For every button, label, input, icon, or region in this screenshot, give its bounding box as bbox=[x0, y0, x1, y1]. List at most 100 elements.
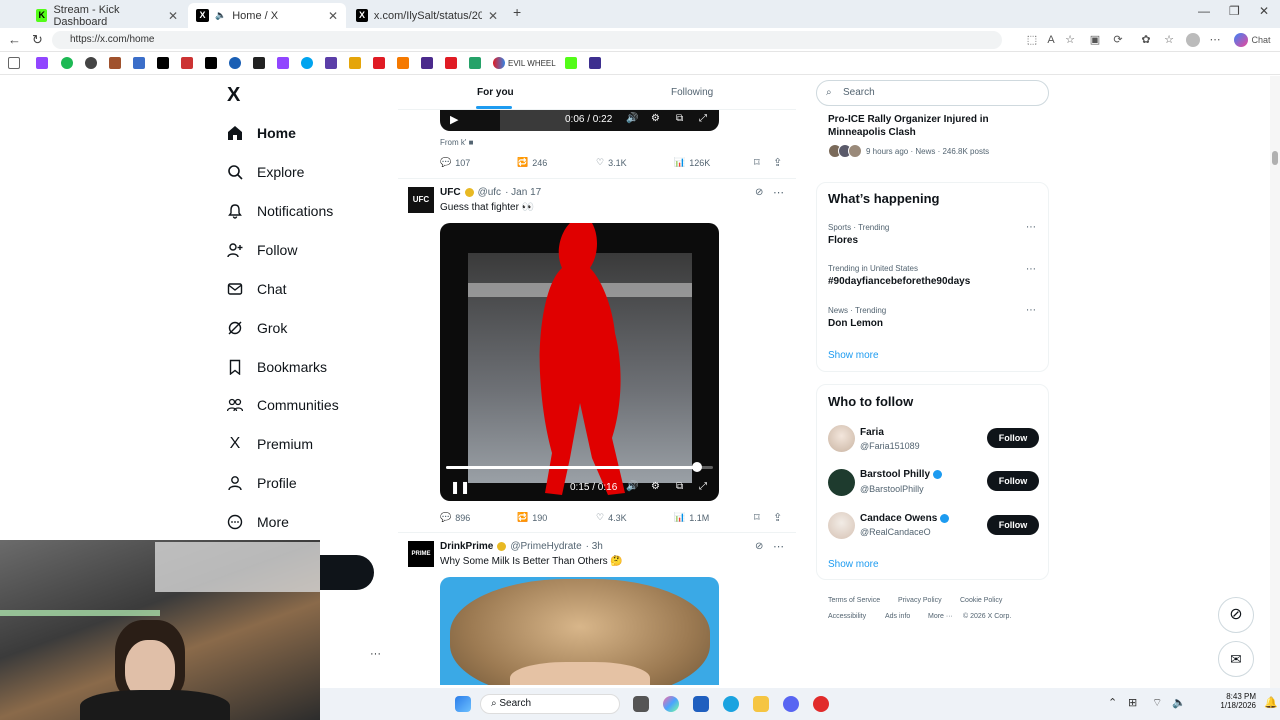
close-icon[interactable]: ✕ bbox=[488, 9, 498, 23]
more-dots-icon[interactable]: ⋯ bbox=[1026, 222, 1036, 233]
close-icon[interactable]: ✕ bbox=[328, 9, 338, 23]
url-field[interactable]: https://x.com/home bbox=[52, 31, 1002, 49]
grok-icon[interactable]: ⊘ bbox=[755, 541, 763, 552]
sync-icon[interactable]: ⟳ bbox=[1111, 33, 1125, 47]
favorite-star-icon[interactable]: ☆ bbox=[1063, 33, 1077, 47]
bookmark-icon[interactable] bbox=[325, 57, 337, 69]
show-more-link[interactable]: Show more bbox=[828, 559, 879, 570]
suggest-handle[interactable]: @RealCandaceO bbox=[860, 527, 931, 537]
repost-action[interactable]: 🔁 190 bbox=[517, 512, 547, 523]
suggest-name[interactable]: Candace Owens bbox=[860, 513, 937, 524]
menu-dots-icon[interactable]: ⋯ bbox=[1208, 33, 1222, 47]
share-icon[interactable]: ⇪ bbox=[773, 511, 782, 524]
bookmark-mail-icon[interactable] bbox=[181, 57, 193, 69]
more-dots-icon[interactable]: ⋯ bbox=[773, 186, 784, 199]
page-scrollbar[interactable] bbox=[1270, 76, 1280, 688]
reply-action[interactable]: 💬 107 bbox=[440, 157, 470, 168]
footer-link[interactable]: Terms of Service bbox=[828, 597, 880, 604]
bookmark-youtube-icon[interactable] bbox=[373, 57, 385, 69]
edge-icon[interactable] bbox=[723, 696, 739, 712]
volume-icon[interactable]: 🔈 bbox=[1172, 696, 1186, 709]
nav-profile[interactable]: Profile bbox=[227, 475, 297, 491]
profile-avatar-icon[interactable] bbox=[1186, 33, 1200, 47]
bookmark-icon[interactable] bbox=[397, 57, 409, 69]
like-action[interactable]: ♡ 4.3K bbox=[596, 512, 627, 523]
nav-notifications[interactable]: Notifications bbox=[227, 203, 333, 219]
store-icon[interactable] bbox=[693, 696, 709, 712]
bookmark-wheel-icon[interactable] bbox=[493, 57, 505, 69]
tweet-author[interactable]: DrinkPrime bbox=[440, 541, 493, 552]
tweet-handle[interactable]: @PrimeHydrate bbox=[510, 541, 581, 552]
bookmark-icon[interactable]: ⌑ bbox=[754, 511, 760, 524]
search-input[interactable]: ⌕ Search bbox=[816, 80, 1049, 106]
nav-home[interactable]: Home bbox=[227, 125, 296, 141]
tab-kick[interactable]: K Stream - Kick Dashboard ✕ bbox=[28, 3, 186, 28]
nav-explore[interactable]: Explore bbox=[227, 164, 304, 180]
avatar[interactable] bbox=[828, 512, 855, 539]
tray-icon[interactable]: ⊞ bbox=[1128, 696, 1137, 709]
chat-label[interactable]: Chat bbox=[1250, 33, 1272, 47]
tab-following[interactable]: Following bbox=[671, 87, 713, 98]
tweet-date[interactable]: · 3h bbox=[586, 541, 603, 552]
tweet-date[interactable]: · Jan 17 bbox=[505, 187, 541, 198]
views-action[interactable]: 📊 126K bbox=[674, 157, 710, 168]
prime-media[interactable] bbox=[440, 577, 719, 685]
tab-for-you[interactable]: For you bbox=[477, 87, 514, 98]
bookmark-icon[interactable] bbox=[349, 57, 361, 69]
suggest-handle[interactable]: @BarstoolPhilly bbox=[860, 484, 924, 494]
trend-item[interactable]: News · Trending Don Lemon bbox=[828, 306, 886, 329]
follow-button[interactable]: Follow bbox=[987, 471, 1039, 491]
tweet-author[interactable]: UFC bbox=[440, 187, 461, 198]
bookmark-icon[interactable] bbox=[469, 57, 481, 69]
like-action[interactable]: ♡ 3.1K bbox=[596, 157, 627, 168]
tweet-handle[interactable]: @ufc bbox=[478, 187, 502, 198]
bookmark-folder-icon[interactable] bbox=[8, 57, 20, 69]
wifi-icon[interactable]: ⌔ bbox=[1152, 696, 1162, 710]
suggest-name[interactable]: Faria bbox=[860, 427, 884, 438]
avatar-ufc[interactable]: UFC bbox=[408, 187, 434, 213]
nav-follow[interactable]: Follow bbox=[227, 242, 297, 258]
read-aloud-icon[interactable]: A bbox=[1044, 33, 1058, 47]
bookmark-twitch-icon[interactable] bbox=[277, 57, 289, 69]
fullscreen-icon[interactable]: ⤢ bbox=[699, 113, 707, 124]
minimize-icon[interactable]: — bbox=[1198, 4, 1210, 18]
bookmark-evil-wheel[interactable]: EVIL WHEEL bbox=[508, 59, 556, 68]
bookmark-icon[interactable]: ⌑ bbox=[754, 156, 760, 169]
split-screen-icon[interactable]: ▣ bbox=[1088, 33, 1102, 47]
footer-link[interactable]: More ··· bbox=[928, 613, 953, 620]
account-more-icon[interactable]: ··· bbox=[370, 648, 381, 660]
messages-float-button[interactable]: ✉ bbox=[1218, 641, 1254, 677]
suggest-name[interactable]: Barstool Philly bbox=[860, 469, 930, 480]
bookmark-icon[interactable] bbox=[421, 57, 433, 69]
settings-gear-icon[interactable]: ⚙ bbox=[651, 113, 660, 124]
extensions-puzzle-icon[interactable]: ✿ bbox=[1139, 33, 1153, 47]
follow-button[interactable]: Follow bbox=[987, 515, 1039, 535]
scrollbar-thumb[interactable] bbox=[1272, 151, 1278, 165]
pause-icon[interactable]: ❚❚ bbox=[450, 480, 470, 494]
play-icon[interactable]: ▶ bbox=[450, 113, 458, 126]
reply-action[interactable]: 💬 896 bbox=[440, 512, 470, 523]
nav-bookmarks[interactable]: Bookmarks bbox=[227, 359, 327, 375]
more-dots-icon[interactable]: ⋯ bbox=[773, 540, 784, 553]
taskbar-search[interactable]: ⌕ Search bbox=[480, 694, 620, 714]
copilot-icon[interactable] bbox=[1234, 33, 1248, 47]
avatar[interactable] bbox=[828, 425, 855, 452]
bookmark-icon[interactable] bbox=[253, 57, 265, 69]
bookmark-icon[interactable] bbox=[109, 57, 121, 69]
views-action[interactable]: 📊 1.1M bbox=[674, 512, 709, 523]
more-dots-icon[interactable]: ⋯ bbox=[1026, 305, 1036, 316]
notification-bell-icon[interactable]: 🔔 bbox=[1264, 696, 1278, 709]
favorites-icon[interactable]: ☆ bbox=[1162, 33, 1176, 47]
tab-x-status[interactable]: X x.com/IlySalt/status/2013043858... ✕ bbox=[348, 3, 506, 28]
trend-item[interactable]: Trending in United States #90dayfiancebe… bbox=[828, 264, 970, 287]
bookmark-twitch-icon[interactable] bbox=[36, 57, 48, 69]
grok-icon[interactable]: ⊘ bbox=[755, 187, 763, 198]
nav-grok[interactable]: Grok bbox=[227, 320, 287, 336]
bookmark-spotify-icon[interactable] bbox=[61, 57, 73, 69]
bookmark-icon[interactable] bbox=[229, 57, 241, 69]
nav-communities[interactable]: Communities bbox=[227, 397, 339, 413]
footer-link[interactable]: Cookie Policy bbox=[960, 597, 1002, 604]
nav-premium[interactable]: X Premium bbox=[227, 435, 313, 452]
ufc-video[interactable]: ❚❚ 0:15 / 0:16 🔊 ⚙ ⧉ ⤢ bbox=[440, 223, 719, 501]
discord-icon[interactable] bbox=[783, 696, 799, 712]
